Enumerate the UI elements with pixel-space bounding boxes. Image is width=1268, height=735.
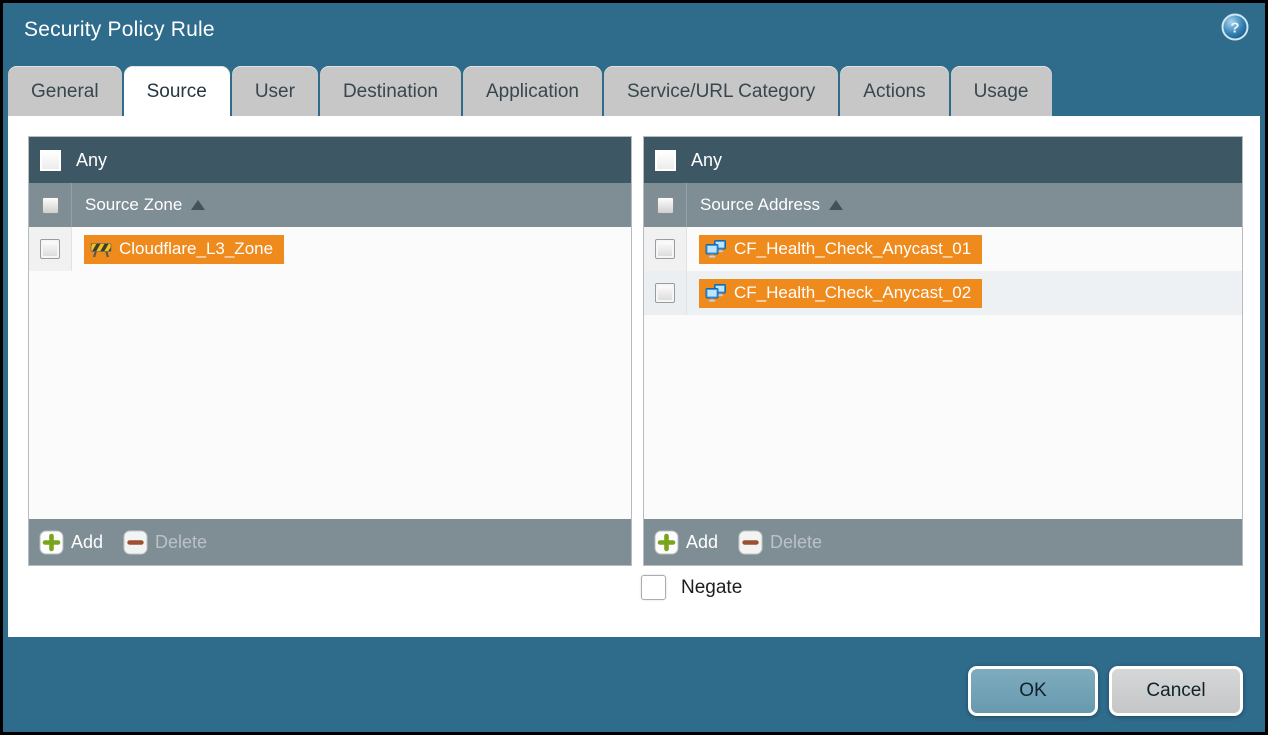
source-zone-footer: Add Delete bbox=[29, 519, 631, 565]
negate-row: Negate bbox=[641, 575, 742, 600]
row-checkbox-cell bbox=[29, 227, 72, 271]
row-checkbox[interactable] bbox=[655, 239, 675, 259]
source-zone-any-checkbox[interactable] bbox=[40, 150, 61, 171]
cancel-button[interactable]: Cancel bbox=[1109, 666, 1243, 716]
source-address-column-header[interactable]: Source Address bbox=[644, 183, 1242, 227]
tab-source[interactable]: Source bbox=[124, 66, 230, 116]
select-all-cell bbox=[644, 183, 687, 227]
add-icon bbox=[39, 530, 64, 555]
address-chip[interactable]: CF_Health_Check_Anycast_02 bbox=[699, 279, 982, 308]
add-button[interactable]: Add bbox=[654, 530, 718, 555]
dialog-title: Security Policy Rule bbox=[24, 18, 215, 42]
source-zone-select-all-checkbox[interactable] bbox=[42, 197, 59, 214]
delete-button-label: Delete bbox=[770, 532, 822, 553]
table-row: CF_Health_Check_Anycast_01 bbox=[644, 227, 1242, 271]
source-zone-any-label: Any bbox=[76, 150, 107, 171]
zone-icon bbox=[90, 241, 112, 258]
help-icon[interactable]: ? bbox=[1221, 13, 1249, 41]
tab-general[interactable]: General bbox=[8, 66, 122, 116]
sort-ascending-icon bbox=[829, 200, 843, 210]
tab-bar: General Source User Destination Applicat… bbox=[8, 66, 1054, 116]
source-address-any-bar: Any bbox=[644, 137, 1242, 183]
address-chip[interactable]: CF_Health_Check_Anycast_01 bbox=[699, 235, 982, 264]
delete-icon bbox=[738, 530, 763, 555]
source-address-panel: Any Source Address bbox=[643, 136, 1243, 566]
source-tab-content: Any Source Zone bbox=[8, 116, 1260, 637]
add-icon bbox=[654, 530, 679, 555]
delete-icon bbox=[123, 530, 148, 555]
source-zone-list: Cloudflare_L3_Zone bbox=[29, 227, 631, 519]
dialog-footer: OK Cancel bbox=[968, 666, 1243, 716]
row-checkbox[interactable] bbox=[655, 283, 675, 303]
address-icon bbox=[705, 240, 727, 258]
source-address-select-all-checkbox[interactable] bbox=[657, 197, 674, 214]
source-zone-column-label: Source Zone bbox=[85, 195, 182, 215]
negate-checkbox[interactable] bbox=[641, 575, 666, 600]
delete-button[interactable]: Delete bbox=[123, 530, 207, 555]
source-address-any-label: Any bbox=[691, 150, 722, 171]
tab-user[interactable]: User bbox=[232, 66, 318, 116]
source-address-column-label: Source Address bbox=[700, 195, 820, 215]
select-all-cell bbox=[29, 183, 72, 227]
source-zone-panel: Any Source Zone bbox=[28, 136, 632, 566]
address-chip-label: CF_Health_Check_Anycast_02 bbox=[734, 283, 971, 303]
zone-chip[interactable]: Cloudflare_L3_Zone bbox=[84, 235, 284, 264]
source-address-list: CF_Health_Check_Anycast_01 bbox=[644, 227, 1242, 519]
table-row: Cloudflare_L3_Zone bbox=[29, 227, 631, 271]
tab-actions[interactable]: Actions bbox=[840, 66, 948, 116]
row-checkbox[interactable] bbox=[40, 239, 60, 259]
address-icon bbox=[705, 284, 727, 302]
row-checkbox-cell bbox=[644, 271, 687, 315]
source-zone-any-bar: Any bbox=[29, 137, 631, 183]
tab-application[interactable]: Application bbox=[463, 66, 602, 116]
tab-service-url-category[interactable]: Service/URL Category bbox=[604, 66, 838, 116]
negate-label: Negate bbox=[681, 577, 742, 599]
zone-chip-label: Cloudflare_L3_Zone bbox=[119, 239, 273, 259]
ok-button[interactable]: OK bbox=[968, 666, 1098, 716]
address-chip-label: CF_Health_Check_Anycast_01 bbox=[734, 239, 971, 259]
source-zone-column-header[interactable]: Source Zone bbox=[29, 183, 631, 227]
security-policy-rule-dialog: Security Policy Rule ? General Source Us… bbox=[3, 3, 1265, 732]
source-address-any-checkbox[interactable] bbox=[655, 150, 676, 171]
add-button-label: Add bbox=[686, 532, 718, 553]
sort-ascending-icon bbox=[191, 200, 205, 210]
row-checkbox-cell bbox=[644, 227, 687, 271]
source-address-footer: Add Delete bbox=[644, 519, 1242, 565]
add-button-label: Add bbox=[71, 532, 103, 553]
tab-destination[interactable]: Destination bbox=[320, 66, 461, 116]
tab-usage[interactable]: Usage bbox=[951, 66, 1052, 116]
svg-text:?: ? bbox=[1230, 20, 1239, 37]
table-row: CF_Health_Check_Anycast_02 bbox=[644, 271, 1242, 315]
delete-button-label: Delete bbox=[155, 532, 207, 553]
delete-button[interactable]: Delete bbox=[738, 530, 822, 555]
add-button[interactable]: Add bbox=[39, 530, 103, 555]
